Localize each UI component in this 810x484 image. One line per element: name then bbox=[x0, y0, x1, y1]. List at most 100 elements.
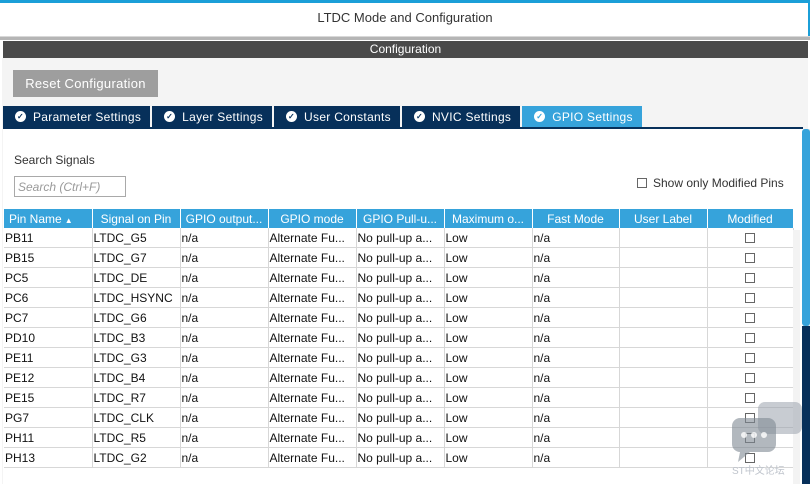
modified-cell bbox=[707, 367, 794, 388]
gpio-mode-cell: Alternate Fu... bbox=[268, 367, 357, 388]
fast-mode-cell: n/a bbox=[532, 347, 620, 368]
gpio-pull-cell: No pull-up a... bbox=[356, 387, 445, 408]
user-label-cell[interactable] bbox=[619, 367, 708, 388]
fast-mode-cell: n/a bbox=[532, 407, 620, 428]
gpio-output-cell: n/a bbox=[180, 427, 269, 448]
table-row[interactable]: PD10 LTDC_B3 n/a Alternate Fu... No pull… bbox=[4, 327, 794, 348]
pin-name-cell: PE15 bbox=[4, 387, 93, 408]
show-only-modified-toggle[interactable]: Show only Modified Pins bbox=[637, 176, 784, 190]
search-signals-label: Search Signals bbox=[14, 153, 95, 167]
table-row[interactable]: PE15 LTDC_R7 n/a Alternate Fu... No pull… bbox=[4, 387, 794, 408]
table-row[interactable]: PC7 LTDC_G6 n/a Alternate Fu... No pull-… bbox=[4, 307, 794, 328]
column-header-maximum-output[interactable]: Maximum o... bbox=[444, 209, 533, 228]
show-only-modified-checkbox[interactable] bbox=[637, 178, 647, 188]
pin-name-cell: PH11 bbox=[4, 427, 93, 448]
modified-checkbox[interactable] bbox=[745, 333, 755, 344]
modified-checkbox[interactable] bbox=[745, 353, 755, 364]
signal-cell: LTDC_R7 bbox=[92, 387, 181, 408]
modified-cell bbox=[707, 327, 794, 348]
check-circle-icon: ✓ bbox=[164, 111, 176, 122]
table-header-row: Pin Name ▲ Signal on Pin GPIO output... G… bbox=[4, 209, 794, 228]
table-row[interactable]: PE11 LTDC_G3 n/a Alternate Fu... No pull… bbox=[4, 347, 794, 368]
gpio-output-cell: n/a bbox=[180, 407, 269, 428]
fast-mode-cell: n/a bbox=[532, 228, 620, 248]
table-row[interactable]: PE12 LTDC_B4 n/a Alternate Fu... No pull… bbox=[4, 367, 794, 388]
table-row[interactable]: PC6 LTDC_HSYNC n/a Alternate Fu... No pu… bbox=[4, 287, 794, 308]
modified-checkbox[interactable] bbox=[745, 233, 755, 244]
gpio-pull-cell: No pull-up a... bbox=[356, 267, 445, 288]
column-header-signal[interactable]: Signal on Pin bbox=[92, 209, 181, 228]
table-row[interactable]: PH11 LTDC_R5 n/a Alternate Fu... No pull… bbox=[4, 427, 794, 448]
signal-cell: LTDC_G2 bbox=[92, 447, 181, 468]
gpio-mode-cell: Alternate Fu... bbox=[268, 287, 357, 308]
gpio-mode-cell: Alternate Fu... bbox=[268, 347, 357, 368]
tab-parameter-settings[interactable]: ✓ Parameter Settings bbox=[3, 106, 151, 127]
gpio-mode-cell: Alternate Fu... bbox=[268, 427, 357, 448]
gpio-output-cell: n/a bbox=[180, 287, 269, 308]
gpio-mode-cell: Alternate Fu... bbox=[268, 447, 357, 468]
table-row[interactable]: PB15 LTDC_G7 n/a Alternate Fu... No pull… bbox=[4, 247, 794, 268]
modified-checkbox[interactable] bbox=[745, 313, 755, 324]
user-label-cell[interactable] bbox=[619, 347, 708, 368]
signal-cell: LTDC_G5 bbox=[92, 228, 181, 248]
user-label-cell[interactable] bbox=[619, 327, 708, 348]
tab-label: NVIC Settings bbox=[431, 109, 512, 124]
signal-cell: LTDC_HSYNC bbox=[92, 287, 181, 308]
user-label-cell[interactable] bbox=[619, 287, 708, 308]
check-circle-icon: ✓ bbox=[534, 111, 546, 122]
column-header-modified[interactable]: Modified bbox=[707, 209, 794, 228]
pin-name-cell: PB15 bbox=[4, 247, 93, 268]
search-input[interactable] bbox=[14, 176, 126, 197]
modified-checkbox[interactable] bbox=[745, 373, 755, 384]
gpio-pull-cell: No pull-up a... bbox=[356, 287, 445, 308]
fast-mode-cell: n/a bbox=[532, 247, 620, 268]
column-header-pin-name[interactable]: Pin Name ▲ bbox=[4, 209, 93, 228]
tab-label: Layer Settings bbox=[182, 109, 264, 124]
table-row[interactable]: PH13 LTDC_G2 n/a Alternate Fu... No pull… bbox=[4, 447, 794, 468]
modified-checkbox[interactable] bbox=[745, 293, 755, 304]
user-label-cell[interactable] bbox=[619, 247, 708, 268]
user-label-cell[interactable] bbox=[619, 387, 708, 408]
reset-configuration-button[interactable]: Reset Configuration bbox=[13, 70, 158, 97]
table-row[interactable]: PB11 LTDC_G5 n/a Alternate Fu... No pull… bbox=[4, 228, 794, 248]
column-header-gpio-mode[interactable]: GPIO mode bbox=[268, 209, 357, 228]
watermark-text: ST中文论坛 bbox=[732, 466, 785, 477]
fast-mode-cell: n/a bbox=[532, 427, 620, 448]
user-label-cell[interactable] bbox=[619, 267, 708, 288]
panel-scrollbar-thumb[interactable] bbox=[802, 129, 810, 326]
modified-checkbox[interactable] bbox=[745, 253, 755, 264]
gpio-output-cell: n/a bbox=[180, 367, 269, 388]
fast-mode-cell: n/a bbox=[532, 327, 620, 348]
table-row[interactable]: PG7 LTDC_CLK n/a Alternate Fu... No pull… bbox=[4, 407, 794, 428]
user-label-cell[interactable] bbox=[619, 447, 708, 468]
gpio-pull-cell: No pull-up a... bbox=[356, 407, 445, 428]
table-row[interactable]: PC5 LTDC_DE n/a Alternate Fu... No pull-… bbox=[4, 267, 794, 288]
signal-cell: LTDC_G7 bbox=[92, 247, 181, 268]
tab-user-constants[interactable]: ✓ User Constants bbox=[274, 106, 400, 127]
max-output-speed-cell: Low bbox=[444, 327, 533, 348]
signal-cell: LTDC_B4 bbox=[92, 367, 181, 388]
column-header-fast-mode[interactable]: Fast Mode bbox=[532, 209, 620, 228]
pin-name-cell: PG7 bbox=[4, 407, 93, 428]
signal-cell: LTDC_CLK bbox=[92, 407, 181, 428]
max-output-speed-cell: Low bbox=[444, 228, 533, 248]
sort-ascending-icon: ▲ bbox=[64, 215, 73, 225]
column-header-user-label[interactable]: User Label bbox=[619, 209, 708, 228]
user-label-cell[interactable] bbox=[619, 307, 708, 328]
pin-name-cell: PC5 bbox=[4, 267, 93, 288]
column-header-gpio-pull[interactable]: GPIO Pull-u... bbox=[356, 209, 445, 228]
gpio-pin-table: Pin Name ▲ Signal on Pin GPIO output... G… bbox=[4, 209, 794, 468]
user-label-cell[interactable] bbox=[619, 228, 708, 248]
max-output-speed-cell: Low bbox=[444, 287, 533, 308]
tab-gpio-settings[interactable]: ✓ GPIO Settings bbox=[522, 106, 642, 127]
modified-cell bbox=[707, 287, 794, 308]
column-header-gpio-output[interactable]: GPIO output... bbox=[180, 209, 269, 228]
modified-checkbox[interactable] bbox=[745, 273, 755, 284]
user-label-cell[interactable] bbox=[619, 407, 708, 428]
fast-mode-cell: n/a bbox=[532, 447, 620, 468]
user-label-cell[interactable] bbox=[619, 427, 708, 448]
fast-mode-cell: n/a bbox=[532, 287, 620, 308]
tab-layer-settings[interactable]: ✓ Layer Settings bbox=[152, 106, 273, 127]
tab-nvic-settings[interactable]: ✓ NVIC Settings bbox=[401, 106, 521, 127]
pin-name-cell: PD10 bbox=[4, 327, 93, 348]
